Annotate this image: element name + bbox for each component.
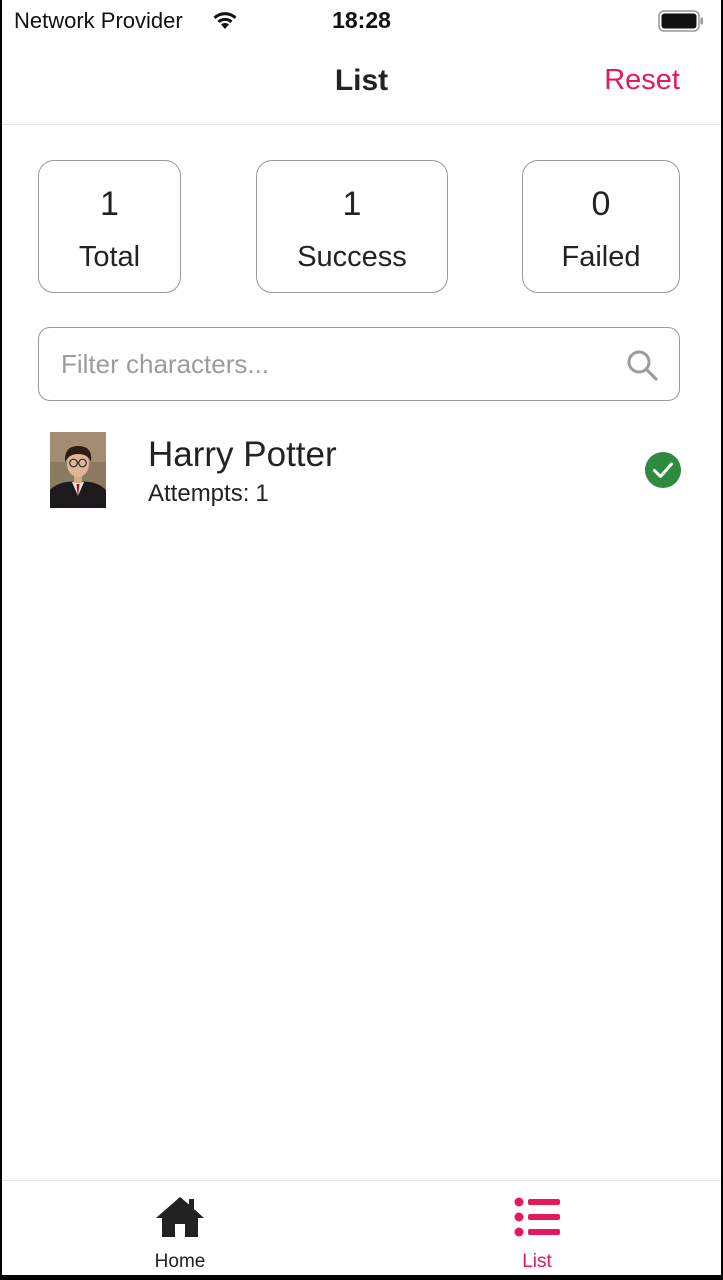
- stat-total-value: 1: [100, 185, 119, 223]
- search-icon[interactable]: [625, 348, 659, 382]
- list-icon: [514, 1197, 560, 1237]
- character-name: Harry Potter: [148, 435, 337, 474]
- home-icon: [156, 1197, 204, 1237]
- attempts-label: Attempts:: [148, 480, 250, 507]
- search-bar: [38, 327, 680, 401]
- stat-success-value: 1: [342, 185, 362, 223]
- tab-bar: Home List: [2, 1180, 721, 1275]
- tab-list-label: List: [522, 1251, 552, 1272]
- stat-card-success: 1 Success: [256, 160, 448, 293]
- stat-card-failed: 0 Failed: [522, 160, 680, 293]
- reset-button[interactable]: Reset: [604, 64, 680, 97]
- status-bar: Network Provider 18:28: [2, 0, 721, 44]
- tab-home[interactable]: Home: [110, 1181, 250, 1275]
- stat-card-total: 1 Total: [38, 160, 181, 293]
- tab-home-label: Home: [154, 1251, 206, 1272]
- list-item[interactable]: Harry Potter Attempts: 1: [38, 420, 688, 520]
- check-circle-icon: [645, 452, 681, 488]
- navigation-bar: List Reset: [2, 44, 721, 125]
- stat-failed-label: Failed: [561, 241, 641, 273]
- battery-icon: [658, 10, 703, 32]
- character-avatar: [50, 432, 106, 508]
- stat-success-label: Success: [297, 241, 407, 273]
- character-attempts: Attempts: 1: [148, 480, 269, 508]
- search-input[interactable]: [59, 328, 603, 401]
- stat-failed-value: 0: [591, 185, 611, 223]
- stat-total-label: Total: [78, 241, 141, 273]
- status-time: 18:28: [332, 7, 391, 33]
- app-screen: Network Provider 18:28 List Reset 1 Tota…: [2, 0, 721, 1275]
- tab-list[interactable]: List: [467, 1181, 607, 1275]
- attempts-count: 1: [255, 480, 269, 507]
